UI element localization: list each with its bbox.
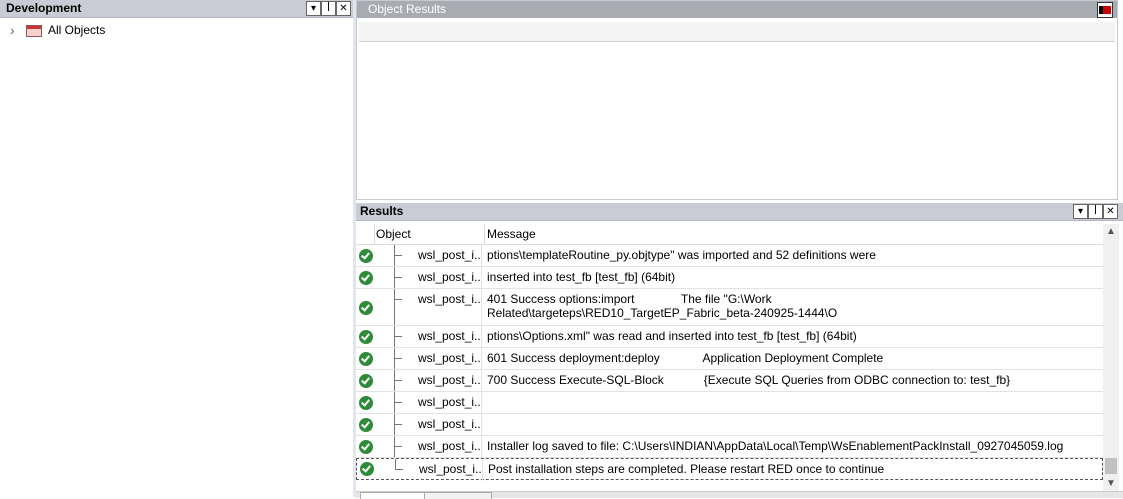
results-grid-header: Object Message bbox=[356, 224, 1103, 245]
table-row[interactable]: wsl_post_i... 401 Success options:import… bbox=[356, 289, 1103, 326]
message-cell: 601 Success deployment:deploy Applicatio… bbox=[487, 351, 884, 365]
success-icon bbox=[359, 352, 373, 366]
scroll-thumb[interactable] bbox=[1105, 458, 1117, 474]
message-cell: Installer log saved to file: C:\Users\IN… bbox=[487, 439, 1064, 453]
object-cell: wsl_post_i... bbox=[418, 329, 482, 343]
table-row[interactable]: wsl_post_i... 601 Success deployment:dep… bbox=[356, 348, 1103, 370]
folder-icon bbox=[26, 25, 42, 37]
object-cell: wsl_post_i... bbox=[418, 417, 482, 431]
table-row[interactable]: wsl_post_i... ptions\templateRoutine_py.… bbox=[356, 245, 1103, 267]
scroll-down-icon[interactable]: ▼ bbox=[1103, 476, 1119, 492]
object-cell: wsl_post_i... bbox=[418, 351, 482, 365]
success-icon bbox=[359, 418, 373, 432]
message-cell: 700 Success Execute-SQL-Block {Execute S… bbox=[487, 373, 1011, 387]
table-row[interactable]: wsl_post_i... Installer log saved to fil… bbox=[356, 436, 1103, 458]
pin-icon[interactable]: ꟾ bbox=[321, 1, 336, 16]
message-cell: inserted into test_fb [test_fb] (64bit) bbox=[487, 270, 676, 284]
success-icon bbox=[359, 440, 373, 454]
object-cell: wsl_post_i... bbox=[418, 439, 482, 453]
object-results-title: Object Results bbox=[368, 2, 447, 16]
object-cell: wsl_post_i... bbox=[418, 292, 482, 306]
table-row[interactable]: wsl_post_i... ptions\Options.xml" was re… bbox=[356, 326, 1103, 348]
close-window-icon[interactable] bbox=[1097, 2, 1113, 18]
table-row[interactable]: wsl_post_i... bbox=[356, 414, 1103, 436]
tree-item-label: All Objects bbox=[48, 23, 106, 37]
success-icon bbox=[359, 301, 373, 315]
expand-chevron-icon[interactable]: › bbox=[10, 23, 15, 37]
dropdown-icon[interactable]: ▾ bbox=[306, 1, 321, 16]
close-icon[interactable]: ✕ bbox=[1103, 204, 1118, 219]
object-cell: wsl_post_i... bbox=[419, 462, 483, 476]
close-icon[interactable]: ✕ bbox=[336, 1, 351, 16]
message-cell: ptions\Options.xml" was read and inserte… bbox=[487, 329, 857, 343]
success-icon bbox=[359, 249, 373, 263]
bottom-tab[interactable] bbox=[360, 492, 426, 499]
object-cell: wsl_post_i... bbox=[418, 373, 482, 387]
pin-icon[interactable]: ꟾ bbox=[1088, 204, 1103, 219]
success-icon bbox=[359, 396, 373, 410]
object-results-toolbar bbox=[359, 22, 1115, 42]
success-icon bbox=[359, 330, 373, 344]
success-icon bbox=[359, 271, 373, 285]
scroll-up-icon[interactable]: ▲ bbox=[1103, 224, 1119, 240]
development-panel-header: Development ▾ ꟾ ✕ bbox=[0, 0, 353, 18]
results-panel: Results ▾ ꟾ ✕ Object Message wsl_post_i.… bbox=[356, 203, 1123, 499]
message-cell: Post installation steps are completed. P… bbox=[488, 462, 885, 476]
dropdown-icon[interactable]: ▾ bbox=[1073, 204, 1088, 219]
object-cell: wsl_post_i... bbox=[418, 395, 482, 409]
message-cell: 401 Success options:import The file "G:\… bbox=[487, 292, 838, 320]
column-header-object[interactable]: Object bbox=[376, 227, 411, 241]
success-icon bbox=[360, 462, 374, 476]
table-row-selected[interactable]: wsl_post_i... Post installation steps ar… bbox=[356, 458, 1103, 481]
table-row[interactable]: wsl_post_i... bbox=[356, 392, 1103, 414]
bottom-tab[interactable] bbox=[424, 492, 492, 499]
success-icon bbox=[359, 374, 373, 388]
results-title: Results bbox=[360, 204, 404, 218]
results-header: Results ▾ ꟾ ✕ bbox=[356, 203, 1123, 221]
object-results-panel: Object Results bbox=[356, 0, 1118, 200]
column-header-message[interactable]: Message bbox=[487, 227, 536, 241]
table-row[interactable]: wsl_post_i... inserted into test_fb [tes… bbox=[356, 267, 1103, 289]
message-cell: ptions\templateRoutine_py.objtype" was i… bbox=[487, 248, 876, 262]
object-results-header: Object Results bbox=[357, 1, 1117, 18]
object-cell: wsl_post_i... bbox=[418, 270, 482, 284]
development-panel-title: Development bbox=[6, 1, 82, 15]
development-panel: Development ▾ ꟾ ✕ › All Objects bbox=[0, 0, 354, 497]
vertical-scrollbar[interactable]: ▲ ▼ bbox=[1103, 224, 1119, 492]
table-row[interactable]: wsl_post_i... 700 Success Execute-SQL-Bl… bbox=[356, 370, 1103, 392]
object-cell: wsl_post_i... bbox=[418, 248, 482, 262]
